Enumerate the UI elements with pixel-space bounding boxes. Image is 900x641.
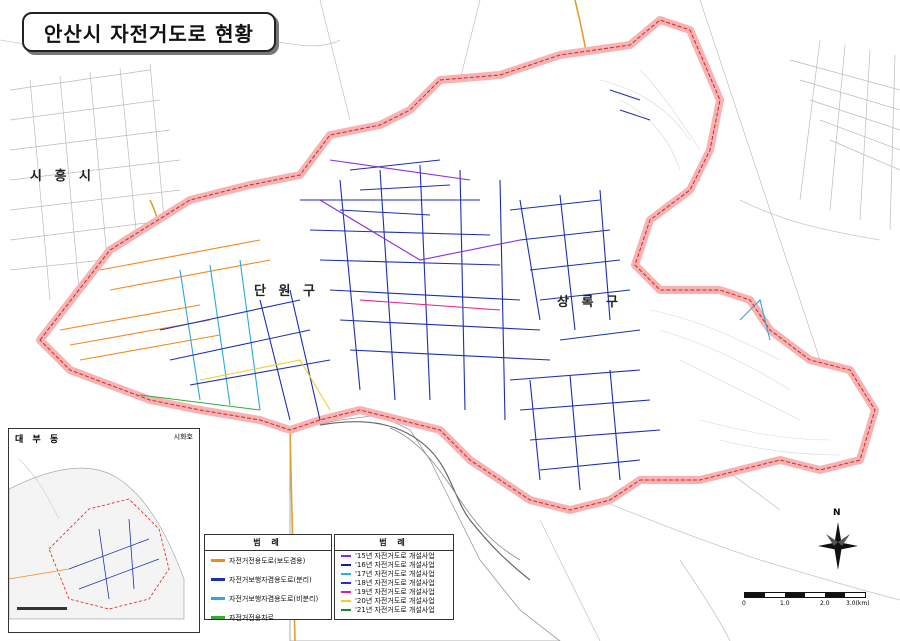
inset-sihwa-label: 시화호	[173, 433, 193, 441]
legend-item-label: 자전거전용도로(보도겸용)	[229, 556, 306, 565]
legend-swatch	[341, 554, 351, 557]
legend-swatch	[211, 597, 225, 600]
inset-map-drawing	[9, 458, 185, 620]
scale-bar-graphic	[744, 592, 866, 598]
scale-tick: 0	[742, 600, 746, 607]
legend-swatch	[341, 590, 351, 593]
legend-swatch	[341, 572, 351, 575]
inset-map: 대 부 동 시화호	[8, 428, 200, 633]
district-siheung-label: 시 흥 시	[30, 169, 95, 184]
legend-item: 자전거보행자겸용도로(비분리)	[205, 589, 331, 608]
legend-item: 자전거전용차로	[205, 608, 331, 627]
legend-swatch	[341, 608, 351, 611]
legend-years-header: 범 례	[335, 535, 453, 551]
scale-tick: 3.0(km)	[846, 600, 870, 607]
district-danwon-label: 단 원 구	[254, 284, 319, 299]
legend-swatch	[341, 563, 351, 566]
legend-years: 범 례 '15년 자전거도로 개설사업 '16년 자전거도로 개설사업 '17년…	[334, 534, 454, 620]
ne-grid	[789, 39, 900, 231]
legend-item: 자전거보행자겸용도로(분리)	[205, 570, 331, 589]
scale-tick: 1.0	[780, 600, 790, 607]
legend-item: 자전거전용도로(보도겸용)	[205, 551, 331, 570]
legend-swatch	[341, 599, 351, 602]
scale-bar: 0 1.0 2.0 3.0(km)	[742, 592, 870, 612]
legend-item-label: 자전거보행자겸용도로(비분리)	[229, 594, 319, 603]
legend-item-label: '21년 자전거도로 개설사업	[355, 605, 435, 614]
scale-tick: 2.0	[820, 600, 830, 607]
legend-swatch	[211, 559, 225, 562]
legend-swatch	[341, 581, 351, 584]
map-title: 안산시 자전거도로 현황	[22, 12, 276, 52]
inset-daebu-label: 대 부 동	[15, 435, 62, 445]
legend-swatch	[211, 578, 225, 581]
legend-item: '21년 자전거도로 개설사업	[335, 605, 453, 614]
legend-item-label: 자전거전용차로	[229, 613, 275, 622]
legend-road-types-header: 범 례	[205, 535, 331, 551]
compass-north-label: N	[833, 508, 841, 518]
compass-rose: N	[818, 508, 858, 570]
district-sangnok-label: 상 록 구	[557, 295, 622, 310]
legend-road-types: 범 례 자전거전용도로(보도겸용) 자전거보행자겸용도로(분리) 자전거보행자겸…	[204, 534, 332, 622]
legend-item-label: 자전거보행자겸용도로(분리)	[229, 575, 312, 584]
legend-swatch	[211, 616, 225, 619]
